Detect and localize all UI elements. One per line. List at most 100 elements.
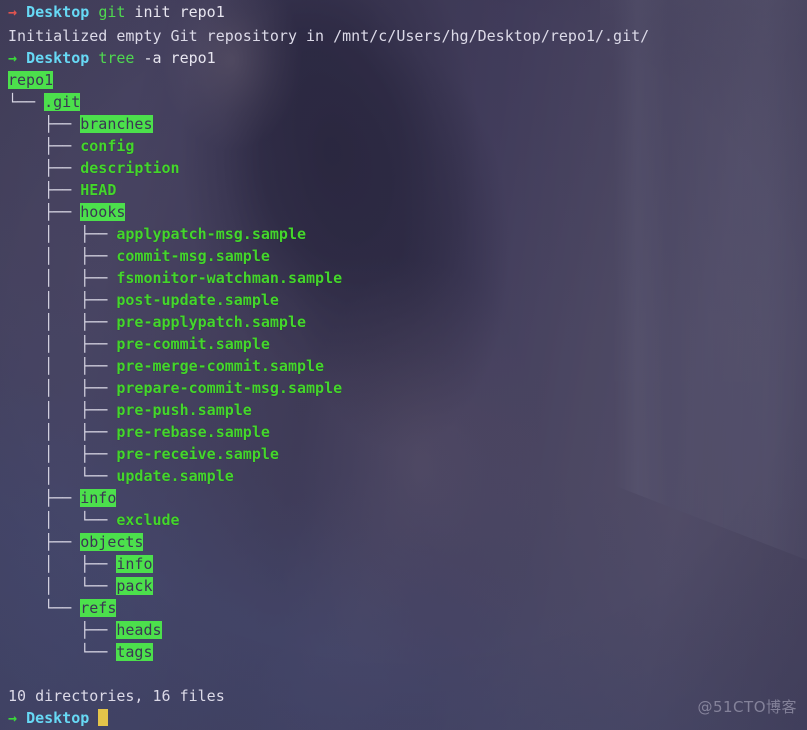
directory-tree: repo1 └── .git ├── branches ├── config ├─… — [0, 69, 807, 663]
prompt-directory: Desktop — [26, 49, 90, 67]
tree-row: ├── HEAD — [0, 179, 807, 201]
tree-branch-glyph: │ ├── — [8, 555, 117, 573]
command-program: tree — [98, 49, 135, 67]
tree-row: │ └── pack — [0, 575, 807, 597]
prompt-arrow-icon: → — [8, 709, 18, 727]
tree-directory-name: refs — [80, 599, 117, 617]
tree-branch-glyph: │ └── — [8, 511, 117, 529]
tree-directory-name: .git — [44, 93, 81, 111]
tree-file-name: commit-msg.sample — [116, 247, 270, 265]
tree-file-name: pre-rebase.sample — [116, 423, 270, 441]
tree-row: │ ├── fsmonitor-watchman.sample — [0, 267, 807, 289]
tree-branch-glyph: └── — [8, 643, 117, 661]
tree-directory-name: info — [116, 555, 153, 573]
prompt-arrow-icon: → — [8, 49, 18, 67]
tree-directory-name: pack — [116, 577, 153, 595]
tree-file-name: pre-merge-commit.sample — [116, 357, 325, 375]
tree-row: │ ├── pre-commit.sample — [0, 333, 807, 355]
tree-branch-glyph: │ ├── — [8, 313, 117, 331]
tree-directory-name: objects — [80, 533, 144, 551]
tree-directory-name: tags — [116, 643, 153, 661]
tree-file-name: description — [80, 159, 180, 177]
tree-branch-glyph: ├── — [8, 621, 117, 639]
tree-branch-glyph: │ ├── — [8, 291, 117, 309]
command-program: git — [98, 3, 126, 21]
tree-branch-glyph: │ ├── — [8, 379, 117, 397]
tree-file-name: HEAD — [80, 181, 117, 199]
tree-branch-glyph: │ ├── — [8, 225, 117, 243]
tree-branch-glyph: ├── — [8, 137, 81, 155]
tree-branch-glyph: │ ├── — [8, 401, 117, 419]
text-cursor[interactable] — [98, 709, 109, 726]
tree-file-name: prepare-commit-msg.sample — [116, 379, 343, 397]
tree-row: │ ├── pre-merge-commit.sample — [0, 355, 807, 377]
tree-row: │ ├── pre-applypatch.sample — [0, 311, 807, 333]
tree-file-name: update.sample — [116, 467, 234, 485]
tree-branch-glyph: ├── — [8, 489, 81, 507]
tree-row: │ ├── post-update.sample — [0, 289, 807, 311]
tree-row: │ ├── commit-msg.sample — [0, 245, 807, 267]
tree-branch-glyph: │ └── — [8, 467, 117, 485]
tree-row: repo1 — [0, 69, 807, 91]
tree-branch-glyph: ├── — [8, 115, 81, 133]
tree-branch-glyph: │ ├── — [8, 269, 117, 287]
tree-branch-glyph: └── — [8, 93, 45, 111]
tree-branch-glyph: │ ├── — [8, 423, 117, 441]
tree-branch-glyph: ├── — [8, 159, 81, 177]
tree-file-name: pre-push.sample — [116, 401, 252, 419]
tree-summary: 10 directories, 16 files — [8, 687, 225, 705]
tree-row: │ └── update.sample — [0, 465, 807, 487]
git-init-output: Initialized empty Git repository in /mnt… — [8, 27, 650, 45]
tree-branch-glyph: └── — [8, 599, 81, 617]
tree-directory-name: branches — [80, 115, 153, 133]
tree-branch-glyph: │ ├── — [8, 335, 117, 353]
terminal-output[interactable]: → Desktop git init repo1 Initialized emp… — [0, 0, 807, 729]
command-arguments: init repo1 — [125, 3, 225, 21]
tree-file-name: config — [80, 137, 135, 155]
tree-row: ├── info — [0, 487, 807, 509]
tree-branch-glyph: │ └── — [8, 577, 117, 595]
tree-row: └── tags — [0, 641, 807, 663]
prompt-directory: Desktop — [26, 709, 90, 727]
tree-file-name: fsmonitor-watchman.sample — [116, 269, 343, 287]
tree-row: │ ├── pre-rebase.sample — [0, 421, 807, 443]
tree-branch-glyph: ├── — [8, 181, 81, 199]
tree-file-name: exclude — [116, 511, 180, 529]
tree-row: └── refs — [0, 597, 807, 619]
prompt-directory: Desktop — [26, 3, 90, 21]
tree-directory-name: info — [80, 489, 117, 507]
tree-row: ├── config — [0, 135, 807, 157]
tree-directory-name: heads — [116, 621, 162, 639]
tree-branch-glyph: │ ├── — [8, 247, 117, 265]
tree-branch-glyph: │ ├── — [8, 445, 117, 463]
tree-file-name: post-update.sample — [116, 291, 279, 309]
command-arguments: -a repo1 — [134, 49, 216, 67]
tree-row: │ ├── pre-push.sample — [0, 399, 807, 421]
tree-row: │ ├── pre-receive.sample — [0, 443, 807, 465]
tree-row: │ └── exclude — [0, 509, 807, 531]
tree-row: │ ├── info — [0, 553, 807, 575]
watermark: @51CTO博客 — [697, 698, 797, 716]
tree-file-name: pre-receive.sample — [116, 445, 279, 463]
tree-row: │ ├── applypatch-msg.sample — [0, 223, 807, 245]
prompt-arrow-icon: → — [8, 3, 18, 21]
tree-file-name: applypatch-msg.sample — [116, 225, 307, 243]
tree-row: ├── branches — [0, 113, 807, 135]
tree-branch-glyph: ├── — [8, 203, 81, 221]
tree-row: │ ├── prepare-commit-msg.sample — [0, 377, 807, 399]
tree-branch-glyph: │ ├── — [8, 357, 117, 375]
tree-row: └── .git — [0, 91, 807, 113]
terminal-window[interactable]: → Desktop git init repo1 Initialized emp… — [0, 0, 807, 730]
tree-directory-name: hooks — [80, 203, 126, 221]
tree-row: ├── heads — [0, 619, 807, 641]
tree-row: ├── description — [0, 157, 807, 179]
tree-row: ├── objects — [0, 531, 807, 553]
prompt-line-active[interactable]: → Desktop — [0, 707, 807, 729]
tree-file-name: pre-commit.sample — [116, 335, 270, 353]
tree-branch-glyph: ├── — [8, 533, 81, 551]
tree-row: ├── hooks — [0, 201, 807, 223]
tree-file-name: pre-applypatch.sample — [116, 313, 307, 331]
prompt-line-git-init: → Desktop git init repo1 — [0, 0, 807, 25]
tree-directory-name: repo1 — [8, 71, 54, 89]
prompt-line-tree: → Desktop tree -a repo1 — [0, 47, 807, 69]
